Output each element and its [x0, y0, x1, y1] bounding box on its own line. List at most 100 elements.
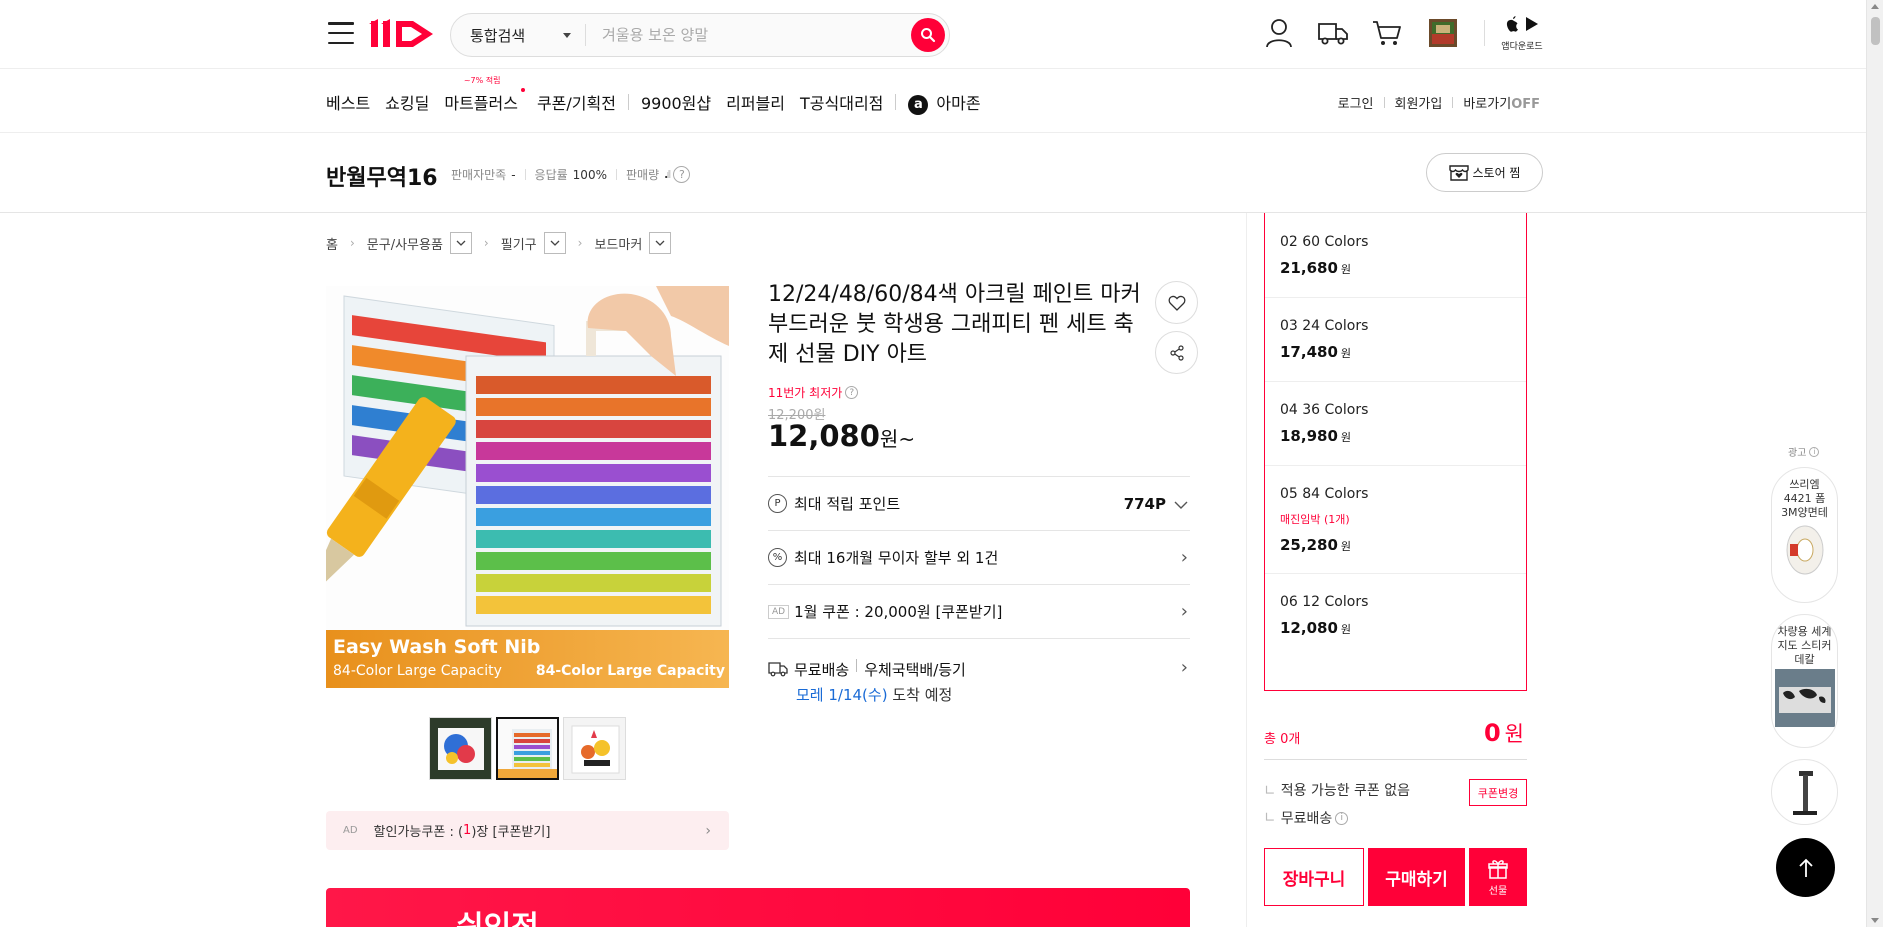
product-main-image[interactable]: Easy Wash Soft Nib 84-Color Large Capaci… [326, 286, 729, 688]
shortcut-toggle[interactable]: 바로가기OFF [1463, 93, 1540, 112]
installment-label: 최대 16개월 무이자 할부 외 1건 [794, 549, 999, 567]
delivery-button[interactable] [1316, 16, 1350, 50]
option-price: 18,980 원 [1280, 427, 1526, 445]
buy-now-button[interactable]: 구매하기 [1368, 848, 1465, 906]
panel-divider [1246, 213, 1247, 927]
info-icon[interactable]: i [1809, 446, 1820, 457]
recent-product-thumbnail [1429, 19, 1457, 47]
breadcrumb-home[interactable]: 홈 [326, 234, 338, 253]
chevron-right-icon: › [483, 236, 489, 250]
gnb-shocking-deal[interactable]: 쇼킹딜 [385, 90, 429, 114]
shortcut-label: 바로가기 [1463, 97, 1512, 112]
option-item[interactable]: 04 36 Colors 18,980 원 [1265, 382, 1526, 466]
shipping-separator [856, 659, 858, 672]
ad-card-map-sticker[interactable]: 차량용 세계지도 스티커 데칼 [1771, 614, 1838, 748]
gnb-9900-shop[interactable]: 9900원샵 [641, 90, 711, 114]
won-unit: 원 [1340, 540, 1352, 553]
share-button[interactable] [1155, 331, 1198, 374]
promo-banner[interactable]: 쉬인전 [326, 888, 1190, 927]
cart-button[interactable] [1370, 16, 1404, 50]
search-button[interactable] [911, 18, 945, 52]
wishlist-button[interactable] [1155, 281, 1198, 324]
option-item[interactable]: 03 24 Colors 17,480 원 [1265, 298, 1526, 382]
gnb-coupon-promotion[interactable]: 쿠폰/기획전 [537, 90, 616, 114]
chevron-right-icon: › [1180, 547, 1188, 568]
gift-label: 선물 [1488, 885, 1508, 897]
won-unit: 원 [1340, 623, 1352, 636]
my-account-button[interactable] [1262, 16, 1296, 50]
recent-view-button[interactable] [1426, 16, 1460, 50]
gnb-user-links: 로그인 회원가입 바로가기OFF [1338, 93, 1540, 112]
signup-link[interactable]: 회원가입 [1395, 93, 1443, 112]
option-item[interactable]: 05 84 Colors 매진임박 (1개) 25,280 원 [1265, 466, 1526, 574]
gnb-mart-plus[interactable]: ~7% 적립 마트플러스 [444, 76, 525, 114]
store-favorite-button[interactable]: 스토어 찜 [1426, 153, 1543, 192]
gnb-amazon[interactable]: a 아마존 [908, 90, 981, 115]
ad-card-stand[interactable] [1771, 759, 1838, 825]
option-price: 21,680 원 [1280, 259, 1526, 277]
option-item[interactable]: 06 12 Colors 12,080 원 [1265, 574, 1526, 658]
response-label: 응답률 [534, 168, 568, 182]
gnb-t-official[interactable]: T공식대리점 [800, 90, 883, 114]
option-price: 12,080 원 [1280, 619, 1526, 637]
chevron-right-icon: › [349, 236, 355, 250]
menu-icon[interactable] [328, 22, 354, 44]
gift-button[interactable]: 선물 [1469, 848, 1527, 906]
option-price-value: 12,080 [1280, 619, 1338, 637]
breadcrumb-category-2[interactable]: 필기구 [501, 234, 537, 253]
search-input[interactable] [586, 14, 911, 56]
benefit-list: P 최대 적립 포인트 774P % 최대 16개월 무이자 할부 외 1건 ›… [768, 476, 1190, 708]
option-price-value: 25,280 [1280, 536, 1338, 554]
thumbnail-3[interactable] [563, 717, 626, 780]
won-unit: 원 [1340, 431, 1352, 444]
info-icon[interactable]: i [1335, 811, 1349, 825]
page-scrollbar[interactable] [1866, 0, 1883, 927]
option-price-value: 18,980 [1280, 427, 1338, 445]
meta-separator [524, 169, 526, 180]
option-item[interactable]: 02 60 Colors 21,680 원 [1265, 213, 1526, 298]
search-category-select[interactable]: 통합검색 [451, 24, 586, 46]
points-label: 최대 적립 포인트 [794, 495, 901, 513]
breadcrumb-category-3[interactable]: 보드마커 [594, 234, 642, 253]
product-title: 12/24/48/60/84색 아크릴 페인트 마커 부드러운 붓 학생용 그래… [768, 282, 1141, 367]
option-name: 05 84 Colors [1280, 486, 1369, 502]
shortcut-state: OFF [1511, 97, 1540, 112]
seller-name[interactable]: 반월무역16 [326, 160, 438, 192]
discount-coupon-bar[interactable]: AD 할인가능쿠폰 : (1)장 [쿠폰받기] › [326, 811, 729, 850]
thumbnail-image [498, 719, 557, 778]
option-list: 02 60 Colors 21,680 원 03 24 Colors 17,480… [1264, 213, 1527, 691]
category-dropdown-button[interactable] [543, 232, 566, 254]
coupon-change-button[interactable]: 쿠폰변경 [1469, 779, 1527, 806]
thumbnail-1[interactable] [429, 717, 492, 780]
scroll-thumb[interactable] [1871, 17, 1880, 45]
help-icon[interactable]: ? [673, 166, 691, 183]
add-to-cart-button[interactable]: 장바구니 [1264, 848, 1364, 906]
app-download-link[interactable]: 앱다운로드 [1500, 15, 1544, 52]
january-coupon-label: 1월 쿠폰 : 20,000원 [쿠폰받기] [794, 603, 1003, 621]
thumbnail-2[interactable] [496, 717, 559, 780]
chevron-down-icon [550, 240, 560, 246]
thumbnail-image [564, 718, 625, 779]
gnb-amazon-label: 아마존 [936, 94, 981, 113]
installment-row[interactable]: % 최대 16개월 무이자 할부 외 1건 › [768, 530, 1190, 584]
lowest-price-label: 11번가 최저가 ? [768, 384, 859, 401]
gnb-refurbly[interactable]: 리퍼블리 [726, 90, 785, 114]
shipping-row[interactable]: 무료배송 우체국택배/등기 › 모레 1/14(수) 도착 예정 [768, 638, 1190, 708]
scroll-up-arrow[interactable] [1871, 4, 1879, 9]
scroll-down-arrow[interactable] [1871, 918, 1879, 923]
breadcrumb-category-1[interactable]: 문구/사무용품 [367, 234, 443, 253]
scroll-to-top-button[interactable] [1776, 838, 1835, 897]
category-dropdown-button[interactable] [449, 232, 472, 254]
sales-label: 판매량 [625, 168, 660, 182]
login-link[interactable]: 로그인 [1338, 93, 1374, 112]
option-price-value: 21,680 [1280, 259, 1338, 277]
category-dropdown-button[interactable] [649, 232, 672, 254]
help-icon[interactable]: ? [845, 386, 859, 399]
caret-down-icon [563, 32, 571, 38]
ad-card-tape[interactable]: 쓰리엠 4421 폼 3M양면테 [1771, 467, 1838, 603]
gnb-best[interactable]: 베스트 [326, 90, 370, 114]
january-coupon-row[interactable]: AD 1월 쿠폰 : 20,000원 [쿠폰받기] › [768, 584, 1190, 638]
points-row[interactable]: P 최대 적립 포인트 774P [768, 476, 1190, 530]
11st-logo[interactable] [369, 14, 441, 54]
tree-line-icon: ∟ [1264, 810, 1276, 826]
